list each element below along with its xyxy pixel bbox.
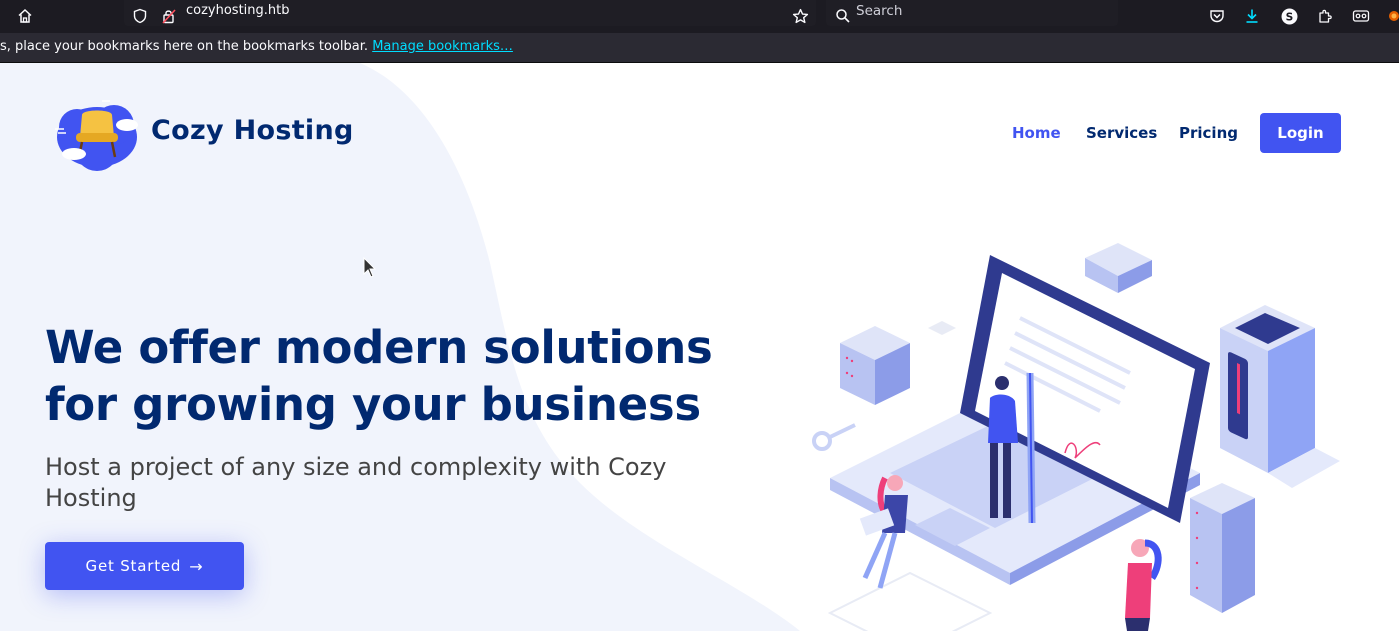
bookmarks-toolbar: s, place your bookmarks here on the book… bbox=[0, 33, 1399, 63]
hero-headline-line-1: We offer modern solutions bbox=[45, 321, 713, 374]
armchair-cloud-logo-icon bbox=[55, 100, 138, 171]
home-icon[interactable] bbox=[12, 3, 38, 29]
url-text[interactable]: cozyhosting.htb bbox=[186, 3, 290, 18]
nav-home[interactable]: Home bbox=[1012, 124, 1061, 142]
nav-services[interactable]: Services bbox=[1086, 124, 1157, 142]
downloads-icon[interactable] bbox=[1239, 3, 1265, 29]
search-icon bbox=[830, 3, 856, 29]
hero-illustration bbox=[812, 243, 1340, 631]
brand-logo[interactable] bbox=[52, 97, 142, 171]
bookmarks-hint: s, place your bookmarks here on the book… bbox=[0, 39, 513, 54]
arrow-right-icon: → bbox=[189, 556, 204, 576]
svg-text:S: S bbox=[1285, 10, 1293, 23]
search-placeholder[interactable]: Search bbox=[856, 3, 902, 19]
hero-headline: We offer modern solutions for growing yo… bbox=[45, 319, 745, 433]
nav-pricing[interactable]: Pricing bbox=[1179, 124, 1238, 142]
bookmark-star-icon[interactable] bbox=[787, 3, 813, 29]
get-started-button[interactable]: Get Started → bbox=[45, 542, 244, 590]
get-started-label: Get Started bbox=[85, 557, 182, 575]
extension-fox-icon[interactable] bbox=[1384, 3, 1399, 29]
hero-subheadline: Host a project of any size and complexit… bbox=[45, 453, 667, 512]
browser-toolbar: cozyhosting.htb Search S bbox=[0, 0, 1399, 33]
brand-name[interactable]: Cozy Hosting bbox=[151, 115, 354, 146]
extensions-icon[interactable] bbox=[1312, 3, 1338, 29]
login-button[interactable]: Login bbox=[1260, 113, 1341, 153]
bookmarks-hint-text: s, place your bookmarks here on the book… bbox=[0, 39, 369, 54]
hero-headline-line-2: for growing your business bbox=[45, 378, 701, 431]
manage-bookmarks-link[interactable]: Manage bookmarks… bbox=[372, 39, 513, 54]
mouse-cursor-icon bbox=[363, 257, 377, 278]
account-icon[interactable]: S bbox=[1276, 3, 1302, 29]
web-page: Cozy Hosting Home Services Pricing Login… bbox=[0, 63, 1399, 631]
pocket-icon[interactable] bbox=[1204, 3, 1230, 29]
shield-icon[interactable] bbox=[127, 3, 153, 29]
reader-view-icon[interactable] bbox=[1348, 3, 1374, 29]
insecure-lock-icon[interactable] bbox=[156, 3, 182, 29]
